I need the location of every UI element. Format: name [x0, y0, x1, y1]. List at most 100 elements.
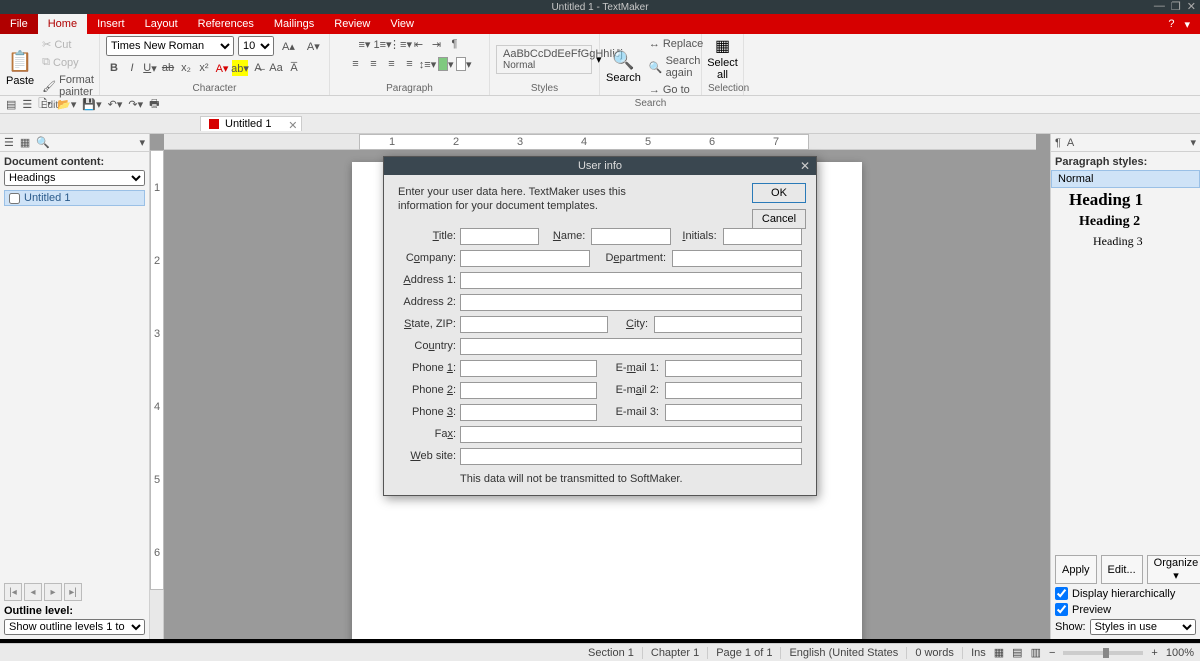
edit-style-button[interactable]: Edit... [1101, 555, 1143, 584]
ok-button[interactable]: OK [752, 183, 806, 203]
clear-format-button[interactable]: A̶ [250, 60, 266, 76]
sidebar-tab-search-icon[interactable]: 🔍 [36, 136, 50, 149]
city-field[interactable] [654, 316, 802, 333]
company-field[interactable] [460, 250, 590, 267]
qat-open-icon[interactable]: ☰ [22, 98, 32, 111]
char-styles-tab-icon[interactable]: A [1067, 137, 1074, 149]
qat-new-doc-icon[interactable]: 🗋▾ [38, 95, 51, 114]
qat-undo-icon[interactable]: ↶▾ [108, 98, 123, 111]
style-item-heading1[interactable]: Heading 1 [1051, 188, 1200, 212]
view-mode-web-icon[interactable]: ▤ [1012, 646, 1022, 659]
highlight-button[interactable]: ab▾ [232, 60, 248, 76]
zoom-in-button[interactable]: + [1151, 647, 1157, 659]
email3-field[interactable] [665, 404, 802, 421]
tab-view[interactable]: View [380, 14, 424, 34]
subscript-button[interactable]: x₂ [178, 60, 194, 76]
style-item-normal[interactable]: Normal [1051, 170, 1200, 188]
tab-mailings[interactable]: Mailings [264, 14, 324, 34]
qat-save-icon[interactable]: 💾▾ [82, 98, 101, 111]
name-field[interactable] [591, 228, 670, 245]
minimize-icon[interactable]: — [1154, 0, 1165, 13]
line-spacing-button[interactable]: ↕≡▾ [420, 56, 436, 72]
close-tab-icon[interactable]: ✕ [288, 119, 297, 132]
preview-checkbox[interactable] [1055, 603, 1068, 616]
para-styles-tab-icon[interactable]: ¶ [1055, 137, 1061, 149]
qat-new-icon[interactable]: ▤ [6, 98, 16, 111]
superscript-button[interactable]: x² [196, 60, 212, 76]
address1-field[interactable] [460, 272, 802, 289]
bold-button[interactable]: B [106, 60, 122, 76]
vertical-ruler[interactable]: 123456 [150, 150, 164, 639]
italic-button[interactable]: I [124, 60, 140, 76]
website-field[interactable] [460, 448, 802, 465]
horizontal-ruler[interactable]: 1234567 [164, 134, 1036, 150]
title-field[interactable] [460, 228, 539, 245]
show-styles-select[interactable]: Styles in use [1090, 619, 1196, 635]
zoom-slider[interactable] [1063, 651, 1143, 655]
font-size-select[interactable]: 10 [238, 36, 274, 56]
phone2-field[interactable] [460, 382, 597, 399]
outline-last-button[interactable]: ▸| [64, 583, 82, 601]
close-window-icon[interactable]: ✕ [1187, 0, 1196, 13]
maximize-icon[interactable]: ❐ [1171, 0, 1181, 13]
initials-field[interactable] [723, 228, 802, 245]
help-icon[interactable]: ? [1168, 18, 1174, 30]
outline-next-button[interactable]: ▸ [44, 583, 62, 601]
email1-field[interactable] [665, 360, 802, 377]
view-mode-normal-icon[interactable]: ▦ [994, 646, 1004, 659]
dialog-close-icon[interactable]: ✕ [800, 159, 810, 173]
address2-field[interactable] [460, 294, 802, 311]
char-spacing-button[interactable]: A̅ [286, 60, 302, 76]
multilevel-button[interactable]: ⋮≡▾ [393, 36, 409, 52]
pilcrow-button[interactable]: ¶ [447, 36, 463, 52]
right-sidebar-menu-icon[interactable]: ▾ [1190, 136, 1196, 149]
strike-button[interactable]: ab [160, 60, 176, 76]
country-field[interactable] [460, 338, 802, 355]
shrink-font-button[interactable]: A▾ [303, 38, 324, 55]
apply-style-button[interactable]: Apply [1055, 555, 1097, 584]
status-page[interactable]: Page 1 of 1 [708, 647, 781, 659]
display-hierarchically-checkbox[interactable] [1055, 587, 1068, 600]
align-right-button[interactable]: ≡ [384, 56, 400, 72]
style-item-heading3[interactable]: Heading 3 [1051, 232, 1200, 251]
copy-button[interactable]: ⧉ Copy [38, 54, 98, 71]
fax-field[interactable] [460, 426, 802, 443]
justify-button[interactable]: ≡ [402, 56, 418, 72]
grow-font-button[interactable]: A▴ [278, 38, 299, 55]
outline-level-select[interactable]: Show outline levels 1 to 9 [4, 619, 145, 635]
tab-review[interactable]: Review [324, 14, 380, 34]
status-language[interactable]: English (United States [781, 647, 907, 659]
search-icon[interactable]: 🔍 [612, 50, 634, 71]
content-filter-select[interactable]: Headings [4, 170, 145, 186]
select-all-icon[interactable]: ▦ [715, 36, 730, 56]
outline-item[interactable]: Untitled 1 [4, 190, 145, 206]
status-wordcount[interactable]: 0 words [907, 647, 963, 659]
department-field[interactable] [672, 250, 802, 267]
align-left-button[interactable]: ≡ [348, 56, 364, 72]
cut-button[interactable]: ✂ Cut [38, 36, 98, 53]
dialog-titlebar[interactable]: User info ✕ [384, 157, 816, 175]
paste-icon[interactable]: 📋 [8, 49, 33, 74]
sidebar-tab-outline-icon[interactable]: ☰ [4, 136, 14, 149]
qat-redo-icon[interactable]: ↷▾ [128, 98, 143, 111]
sidebar-menu-icon[interactable]: ▾ [139, 136, 145, 149]
zoom-level[interactable]: 100% [1166, 647, 1194, 659]
goto-button[interactable]: → Go to [645, 82, 707, 98]
organize-styles-button[interactable]: Organize ▾ [1147, 555, 1200, 584]
phone3-field[interactable] [460, 404, 597, 421]
tab-home[interactable]: Home [38, 14, 87, 34]
collapse-ribbon-icon[interactable]: ▾ [1184, 18, 1190, 31]
tab-file[interactable]: File [0, 14, 38, 34]
view-mode-outline-icon[interactable]: ▥ [1031, 646, 1041, 659]
align-center-button[interactable]: ≡ [366, 56, 382, 72]
sidebar-tab-thumbs-icon[interactable]: ▦ [20, 136, 30, 149]
underline-button[interactable]: U▾ [142, 60, 158, 76]
tab-layout[interactable]: Layout [135, 14, 188, 34]
style-gallery-normal[interactable]: AaBbCcDdEeFfGgHhIiJj Normal [496, 45, 592, 74]
outline-item-checkbox[interactable] [9, 193, 20, 204]
replace-button[interactable]: ↔ Replace [645, 36, 707, 52]
outline-first-button[interactable]: |◂ [4, 583, 22, 601]
statezip-field[interactable] [460, 316, 608, 333]
status-chapter[interactable]: Chapter 1 [643, 647, 708, 659]
change-case-button[interactable]: Aa [268, 60, 284, 76]
